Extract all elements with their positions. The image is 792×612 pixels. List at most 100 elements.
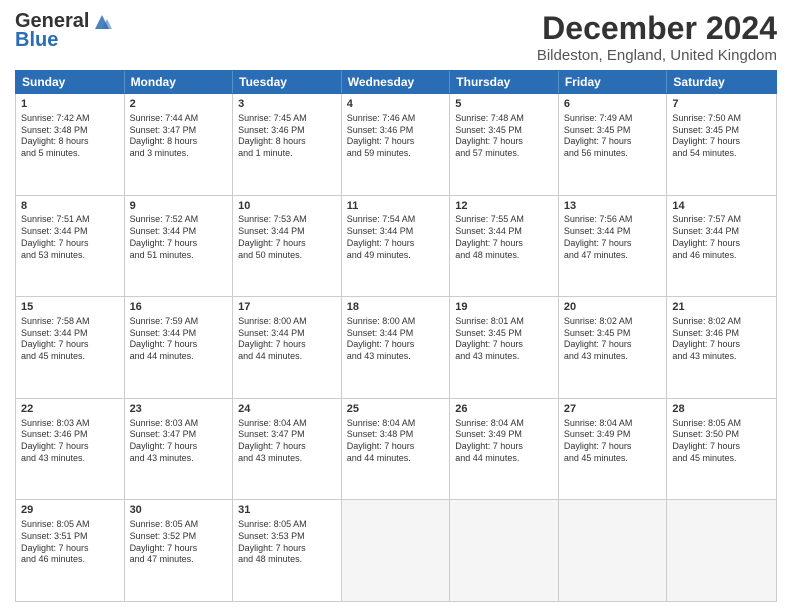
calendar-cell: 21Sunrise: 8:02 AMSunset: 3:46 PMDayligh… xyxy=(667,297,776,398)
day-number: 12 xyxy=(455,199,553,214)
calendar-cell: 1Sunrise: 7:42 AMSunset: 3:48 PMDaylight… xyxy=(16,94,125,195)
calendar-cell: 19Sunrise: 8:01 AMSunset: 3:45 PMDayligh… xyxy=(450,297,559,398)
cell-line: Sunrise: 8:04 AM xyxy=(347,418,445,430)
day-number: 3 xyxy=(238,97,336,112)
cell-line: and 57 minutes. xyxy=(455,148,553,160)
day-number: 5 xyxy=(455,97,553,112)
cell-line: and 47 minutes. xyxy=(564,250,662,262)
calendar-cell: 20Sunrise: 8:02 AMSunset: 3:45 PMDayligh… xyxy=(559,297,668,398)
cell-line: Sunrise: 7:48 AM xyxy=(455,113,553,125)
cell-line: Daylight: 7 hours xyxy=(347,339,445,351)
calendar-cell xyxy=(667,500,776,601)
cell-line: Sunset: 3:48 PM xyxy=(347,429,445,441)
day-number: 15 xyxy=(21,300,119,315)
cell-line: Sunset: 3:46 PM xyxy=(238,125,336,137)
cell-line: and 44 minutes. xyxy=(238,351,336,363)
cell-line: Sunset: 3:47 PM xyxy=(238,429,336,441)
cell-line: Sunrise: 7:57 AM xyxy=(672,214,771,226)
cell-line: Daylight: 7 hours xyxy=(130,339,228,351)
calendar-cell: 5Sunrise: 7:48 AMSunset: 3:45 PMDaylight… xyxy=(450,94,559,195)
cell-line: Sunset: 3:52 PM xyxy=(130,531,228,543)
cell-line: Sunrise: 7:53 AM xyxy=(238,214,336,226)
calendar-cell xyxy=(559,500,668,601)
cell-line: Daylight: 7 hours xyxy=(455,136,553,148)
cell-line: and 45 minutes. xyxy=(672,453,771,465)
cell-line: Daylight: 7 hours xyxy=(672,339,771,351)
cell-line: Sunrise: 7:51 AM xyxy=(21,214,119,226)
calendar-cell: 28Sunrise: 8:05 AMSunset: 3:50 PMDayligh… xyxy=(667,399,776,500)
cell-line: and 46 minutes. xyxy=(672,250,771,262)
day-number: 14 xyxy=(672,199,771,214)
cell-line: Daylight: 7 hours xyxy=(347,238,445,250)
day-number: 10 xyxy=(238,199,336,214)
title-section: December 2024 Bildeston, England, United… xyxy=(537,10,777,64)
cell-line: Daylight: 7 hours xyxy=(130,543,228,555)
cell-line: Sunrise: 8:04 AM xyxy=(238,418,336,430)
day-number: 24 xyxy=(238,402,336,417)
day-number: 8 xyxy=(21,199,119,214)
cell-line: and 43 minutes. xyxy=(672,351,771,363)
calendar-cell: 13Sunrise: 7:56 AMSunset: 3:44 PMDayligh… xyxy=(559,196,668,297)
day-number: 11 xyxy=(347,199,445,214)
cell-line: Daylight: 7 hours xyxy=(564,238,662,250)
cell-line: Sunset: 3:44 PM xyxy=(238,328,336,340)
cell-line: Sunset: 3:45 PM xyxy=(455,328,553,340)
calendar-cell: 24Sunrise: 8:04 AMSunset: 3:47 PMDayligh… xyxy=(233,399,342,500)
day-number: 31 xyxy=(238,503,336,518)
cell-line: Daylight: 7 hours xyxy=(238,441,336,453)
cell-line: Sunrise: 7:56 AM xyxy=(564,214,662,226)
cell-line: Sunrise: 8:05 AM xyxy=(672,418,771,430)
calendar-cell: 15Sunrise: 7:58 AMSunset: 3:44 PMDayligh… xyxy=(16,297,125,398)
day-number: 20 xyxy=(564,300,662,315)
day-number: 23 xyxy=(130,402,228,417)
cell-line: Sunset: 3:50 PM xyxy=(672,429,771,441)
day-number: 17 xyxy=(238,300,336,315)
calendar-cell: 8Sunrise: 7:51 AMSunset: 3:44 PMDaylight… xyxy=(16,196,125,297)
cell-line: Daylight: 7 hours xyxy=(238,238,336,250)
cell-line: Daylight: 7 hours xyxy=(672,238,771,250)
cell-line: Sunset: 3:46 PM xyxy=(672,328,771,340)
cell-line: Sunset: 3:44 PM xyxy=(347,328,445,340)
cell-line: Sunrise: 8:05 AM xyxy=(21,519,119,531)
cell-line: Sunrise: 7:54 AM xyxy=(347,214,445,226)
cell-line: Sunrise: 7:45 AM xyxy=(238,113,336,125)
cell-line: Sunset: 3:47 PM xyxy=(130,125,228,137)
cell-line: and 45 minutes. xyxy=(564,453,662,465)
calendar-header: SundayMondayTuesdayWednesdayThursdayFrid… xyxy=(15,70,777,94)
cell-line: and 46 minutes. xyxy=(21,554,119,566)
cell-line: Sunrise: 7:59 AM xyxy=(130,316,228,328)
day-number: 28 xyxy=(672,402,771,417)
day-number: 21 xyxy=(672,300,771,315)
cell-line: Daylight: 7 hours xyxy=(347,441,445,453)
cell-line: Daylight: 7 hours xyxy=(21,543,119,555)
cell-line: and 47 minutes. xyxy=(130,554,228,566)
cell-line: and 45 minutes. xyxy=(21,351,119,363)
logo-icon xyxy=(91,11,113,33)
cell-line: Sunset: 3:44 PM xyxy=(21,328,119,340)
header: General Blue December 2024 Bildeston, En… xyxy=(15,10,777,64)
cell-line: and 56 minutes. xyxy=(564,148,662,160)
cell-line: Daylight: 8 hours xyxy=(130,136,228,148)
calendar-cell: 23Sunrise: 8:03 AMSunset: 3:47 PMDayligh… xyxy=(125,399,234,500)
subtitle: Bildeston, England, United Kingdom xyxy=(537,47,777,64)
cell-line: and 48 minutes. xyxy=(238,554,336,566)
cell-line: Daylight: 7 hours xyxy=(238,339,336,351)
day-number: 6 xyxy=(564,97,662,112)
cell-line: and 43 minutes. xyxy=(347,351,445,363)
day-number: 18 xyxy=(347,300,445,315)
cell-line: and 59 minutes. xyxy=(347,148,445,160)
cell-line: Sunrise: 8:00 AM xyxy=(238,316,336,328)
cell-line: Sunrise: 7:46 AM xyxy=(347,113,445,125)
cell-line: Sunrise: 8:05 AM xyxy=(130,519,228,531)
calendar-cell: 12Sunrise: 7:55 AMSunset: 3:44 PMDayligh… xyxy=(450,196,559,297)
cell-line: Sunset: 3:51 PM xyxy=(21,531,119,543)
logo: General Blue xyxy=(15,10,113,52)
calendar-day-header: Tuesday xyxy=(233,71,342,93)
day-number: 13 xyxy=(564,199,662,214)
calendar-cell xyxy=(450,500,559,601)
cell-line: Daylight: 7 hours xyxy=(21,238,119,250)
cell-line: Sunrise: 7:49 AM xyxy=(564,113,662,125)
calendar-week: 22Sunrise: 8:03 AMSunset: 3:46 PMDayligh… xyxy=(16,399,776,501)
cell-line: Sunrise: 7:44 AM xyxy=(130,113,228,125)
cell-line: Sunset: 3:47 PM xyxy=(130,429,228,441)
